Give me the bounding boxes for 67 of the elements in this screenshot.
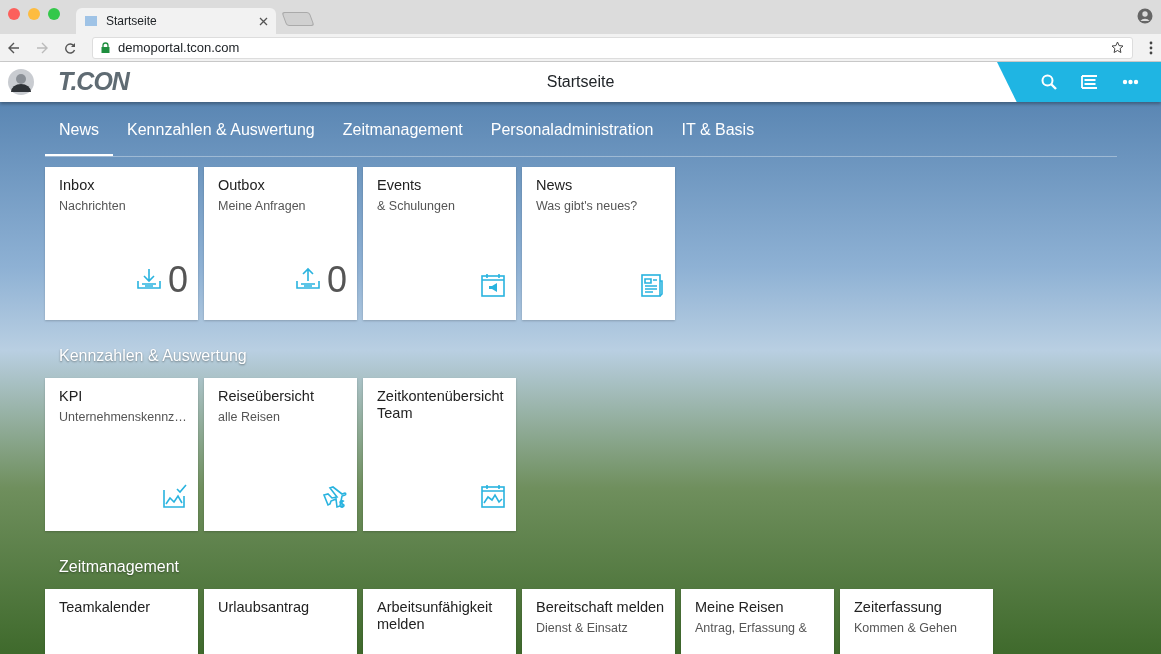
app-tile[interactable]: Zeitkontenübersicht Team xyxy=(363,378,516,531)
tile-title: KPI xyxy=(59,388,84,406)
tile-subtitle: alle Reisen xyxy=(218,409,281,427)
address-field[interactable]: demoportal.tcon.com xyxy=(92,36,1133,59)
tile-title: Inbox xyxy=(59,177,96,195)
tile-subtitle: & Schulungen xyxy=(377,198,456,216)
tile-subtitle: Dienst & Einsatz xyxy=(536,620,629,638)
tile-title: Bereitschaft melden xyxy=(536,599,665,617)
tile-title: Reiseübersicht xyxy=(218,388,315,406)
tile-title: Events xyxy=(377,177,423,195)
star-icon[interactable] xyxy=(1111,41,1124,54)
app-tile[interactable]: Reiseübersicht alle Reisen xyxy=(204,378,357,531)
tile-title: Arbeitsunfähigkeit melden xyxy=(377,599,494,634)
app-tile[interactable]: News Was gibt's neues? xyxy=(522,167,675,320)
tile-subtitle: Nachrichten xyxy=(59,198,127,216)
notifications-list-icon[interactable] xyxy=(1081,75,1098,89)
more-icon[interactable] xyxy=(1122,79,1139,85)
back-arrow-icon[interactable] xyxy=(8,41,20,54)
tile-subtitle: Unternehmenskennz… xyxy=(59,409,188,427)
app-tile[interactable]: Teamkalender xyxy=(45,589,198,654)
app-tile[interactable]: Meine Reisen Antrag, Erfassung & xyxy=(681,589,834,654)
app-tile[interactable]: Zeiterfassung Kommen & Gehen xyxy=(840,589,993,654)
app-tile[interactable]: Urlaubsantrag xyxy=(204,589,357,654)
company-logo: T.CON xyxy=(58,66,129,98)
airplane-dollar-icon xyxy=(321,483,347,509)
tile-title: Zeiterfassung xyxy=(854,599,943,617)
tile-subtitle: Antrag, Erfassung & xyxy=(695,620,808,638)
new-tab-button[interactable] xyxy=(281,12,315,26)
newspaper-icon xyxy=(639,272,665,298)
maximize-window-button[interactable] xyxy=(48,8,60,20)
calendar-megaphone-icon xyxy=(480,272,506,298)
tile-subtitle: Meine Anfragen xyxy=(218,198,307,216)
page-title: Startseite xyxy=(546,72,615,92)
menu-icon[interactable] xyxy=(1149,40,1153,55)
app-tile[interactable]: Bereitschaft melden Dienst & Einsatz xyxy=(522,589,675,654)
tab-title: Startseite xyxy=(106,13,157,30)
tile-count: 0 xyxy=(326,262,347,298)
close-window-button[interactable] xyxy=(8,8,20,20)
tile-title: Urlaubsantrag xyxy=(218,599,311,617)
minimize-window-button[interactable] xyxy=(28,8,40,20)
calendar-chart-icon xyxy=(480,483,506,509)
browser-tab[interactable]: Startseite xyxy=(76,8,276,34)
tile-title: Teamkalender xyxy=(59,599,152,617)
tile-title: News xyxy=(536,177,574,195)
profile-icon[interactable] xyxy=(1137,8,1153,24)
app-tile[interactable]: Arbeitsunfähigkeit melden xyxy=(363,589,516,654)
avatar-icon[interactable] xyxy=(8,69,34,95)
tile-subtitle: Kommen & Gehen xyxy=(854,620,958,638)
tile-count: 0 xyxy=(167,262,188,298)
tile-title: Outbox xyxy=(218,177,266,195)
app-tile[interactable]: KPI Unternehmenskennz… xyxy=(45,378,198,531)
search-icon[interactable] xyxy=(1041,74,1057,90)
section-heading: Kennzahlen & Auswertung xyxy=(59,346,248,366)
app-tile[interactable]: Outbox Meine Anfragen 0 xyxy=(204,167,357,320)
tile-title: Zeitkontenübersicht Team xyxy=(377,388,505,423)
url-text: demoportal.tcon.com xyxy=(118,38,240,57)
section-heading: Zeitmanagement xyxy=(59,557,181,577)
app-tile[interactable]: Inbox Nachrichten 0 xyxy=(45,167,198,320)
reload-icon[interactable] xyxy=(64,41,76,54)
lock-icon xyxy=(101,42,110,53)
tile-title: Meine Reisen xyxy=(695,599,785,617)
page-icon xyxy=(84,14,98,28)
close-icon[interactable] xyxy=(259,16,268,26)
forward-arrow-icon[interactable] xyxy=(36,41,48,54)
tile-subtitle: Was gibt's neues? xyxy=(536,198,639,216)
chart-check-icon xyxy=(162,483,188,509)
app-tile[interactable]: Events & Schulungen xyxy=(363,167,516,320)
